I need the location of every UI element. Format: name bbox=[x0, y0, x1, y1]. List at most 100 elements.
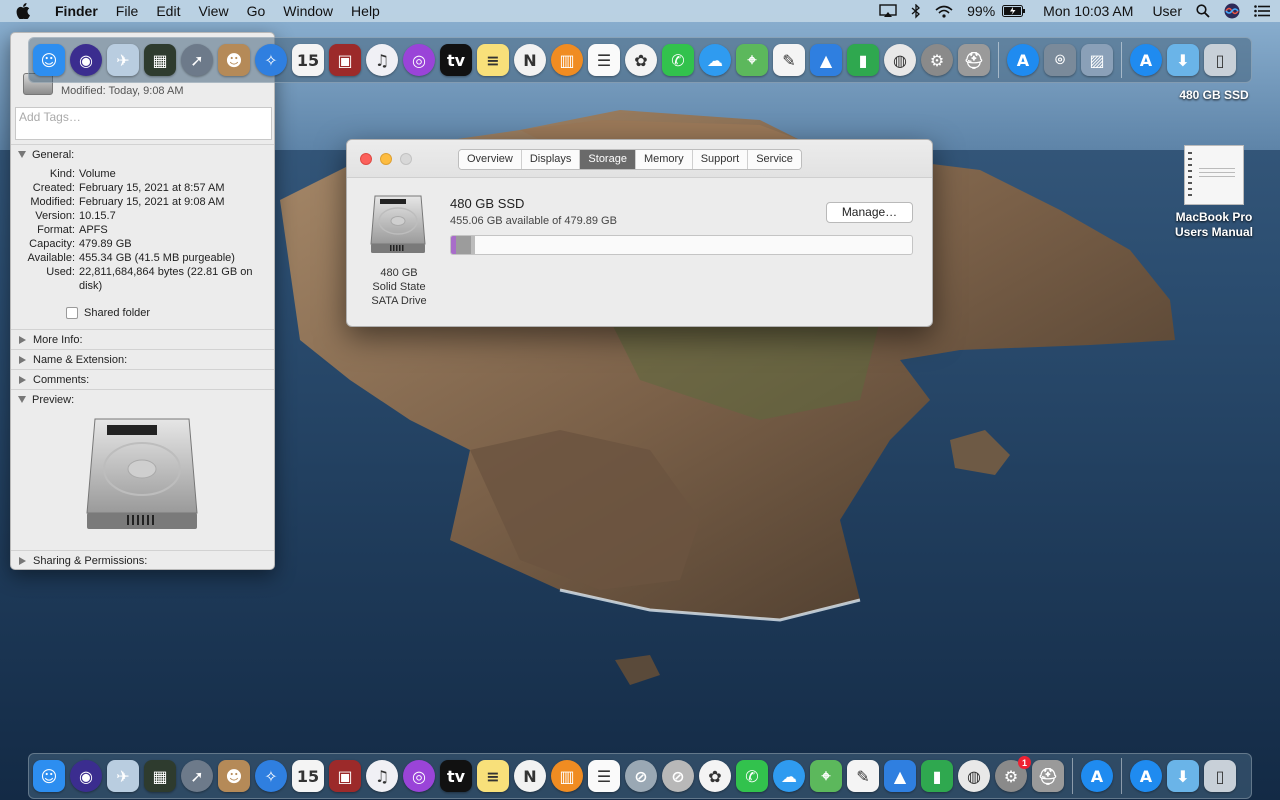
dock-safari-icon[interactable]: ✧ bbox=[255, 44, 287, 76]
dock-photo-booth-icon[interactable]: ▣ bbox=[329, 44, 361, 76]
comments-header[interactable]: Comments: bbox=[11, 369, 274, 389]
notification-center-icon[interactable] bbox=[1247, 5, 1280, 17]
dock-maps-icon[interactable]: ⌖ bbox=[736, 44, 768, 76]
storage-segment-other[interactable] bbox=[456, 236, 471, 254]
dock-books-icon[interactable]: ▥ bbox=[551, 44, 583, 76]
minimize-button[interactable] bbox=[380, 153, 392, 165]
dock-safari-icon[interactable]: ✧ bbox=[255, 760, 287, 792]
dock-messages-icon[interactable]: ☁ bbox=[699, 44, 731, 76]
dock-activity-monitor-icon[interactable]: ▦ bbox=[144, 44, 176, 76]
menu-clock[interactable]: Mon 10:03 AM bbox=[1033, 0, 1140, 22]
battery-percent[interactable]: 99% bbox=[960, 0, 1002, 22]
dock-app-store-icon[interactable]: A bbox=[1081, 760, 1113, 792]
dock-finder-icon[interactable]: ☺ bbox=[33, 44, 65, 76]
dock-apple-tv-icon[interactable]: tv bbox=[440, 44, 472, 76]
dock-screenshot-icon[interactable]: ⌾ bbox=[1044, 44, 1076, 76]
dock-image-capture-icon[interactable]: ▨ bbox=[1081, 44, 1113, 76]
window-titlebar[interactable]: Overview Displays Storage Memory Support… bbox=[347, 140, 932, 178]
dock-calendar-icon[interactable]: 15 bbox=[292, 760, 324, 792]
shared-folder-checkbox[interactable] bbox=[66, 307, 78, 319]
tab-storage[interactable]: Storage bbox=[580, 150, 636, 169]
battery-icon[interactable] bbox=[1002, 5, 1033, 17]
dock-app-store-2-icon[interactable]: A bbox=[1130, 760, 1162, 792]
menu-go[interactable]: Go bbox=[238, 0, 275, 22]
dock-notes-icon[interactable]: ≡ bbox=[477, 44, 509, 76]
wifi-icon[interactable] bbox=[928, 5, 960, 18]
dock-news-icon[interactable]: N bbox=[514, 44, 546, 76]
dock-downloads-icon[interactable]: ⬇ bbox=[1167, 44, 1199, 76]
dock-reminders-icon[interactable]: ☰ bbox=[588, 760, 620, 792]
close-button[interactable] bbox=[360, 153, 372, 165]
tab-service[interactable]: Service bbox=[748, 150, 801, 169]
apple-menu-icon[interactable] bbox=[0, 3, 46, 19]
menu-window[interactable]: Window bbox=[274, 0, 342, 22]
dock-numbers-icon[interactable]: ▮ bbox=[921, 760, 953, 792]
dock-prohibited-app-2-icon[interactable]: ⊘ bbox=[662, 760, 694, 792]
dock-facetime-icon[interactable]: ✆ bbox=[662, 44, 694, 76]
menu-edit[interactable]: Edit bbox=[147, 0, 189, 22]
dock-itunes-icon[interactable]: ♫ bbox=[366, 760, 398, 792]
dock-downloads-icon[interactable]: ⬇ bbox=[1167, 760, 1199, 792]
dock-maps-icon[interactable]: ⌖ bbox=[810, 760, 842, 792]
manage-button[interactable]: Manage… bbox=[826, 202, 913, 223]
dock-chrome-icon[interactable]: ◍ bbox=[958, 760, 990, 792]
dock-siri-icon[interactable]: ◉ bbox=[70, 760, 102, 792]
shared-folder-row[interactable]: Shared folder bbox=[11, 304, 274, 322]
preview-header[interactable]: Preview: bbox=[11, 389, 274, 409]
airplay-icon[interactable] bbox=[872, 4, 904, 18]
tab-overview[interactable]: Overview bbox=[459, 150, 522, 169]
dock-podcasts-icon[interactable]: ◎ bbox=[403, 44, 435, 76]
dock-preview-app-icon[interactable]: ✈ bbox=[107, 760, 139, 792]
dock-notes-icon[interactable]: ≡ bbox=[477, 760, 509, 792]
dock-reminders-icon[interactable]: ☰ bbox=[588, 44, 620, 76]
dock-trash-icon[interactable]: ▯ bbox=[1204, 760, 1236, 792]
dock-news-icon[interactable]: N bbox=[514, 760, 546, 792]
dock-textedit-icon[interactable]: ✎ bbox=[773, 44, 805, 76]
dock-photos-icon[interactable]: ✿ bbox=[625, 44, 657, 76]
more-info-header[interactable]: More Info: bbox=[11, 329, 274, 349]
tab-displays[interactable]: Displays bbox=[521, 150, 581, 169]
spotlight-search-icon[interactable] bbox=[1189, 4, 1217, 18]
dock-photo-booth-icon[interactable]: ▣ bbox=[329, 760, 361, 792]
sharing-header[interactable]: Sharing & Permissions: bbox=[11, 550, 274, 569]
dock-launchpad-icon[interactable]: ➚ bbox=[181, 44, 213, 76]
dock-calendar-icon[interactable]: 15 bbox=[292, 44, 324, 76]
dock-finder-icon[interactable]: ☺ bbox=[33, 760, 65, 792]
siri-icon[interactable] bbox=[1217, 3, 1247, 19]
bluetooth-icon[interactable] bbox=[904, 3, 928, 19]
dock-numbers-icon[interactable]: ▮ bbox=[847, 44, 879, 76]
dock-prohibited-app-icon[interactable]: ⊘ bbox=[625, 760, 657, 792]
menu-view[interactable]: View bbox=[189, 0, 237, 22]
dock-contacts-icon[interactable]: ☻ bbox=[218, 760, 250, 792]
desktop-manual-item[interactable]: MacBook Pro Users Manual bbox=[1166, 145, 1262, 240]
dock-app-store-icon[interactable]: A bbox=[1007, 44, 1039, 76]
dock-facetime-icon[interactable]: ✆ bbox=[736, 760, 768, 792]
storage-usage-bar[interactable] bbox=[450, 235, 913, 255]
tags-field[interactable]: Add Tags… bbox=[15, 107, 272, 140]
dock-siri-icon[interactable]: ◉ bbox=[70, 44, 102, 76]
menu-user[interactable]: User bbox=[1140, 0, 1189, 22]
dock-keynote-icon[interactable]: ▲ bbox=[810, 44, 842, 76]
dock-messages-icon[interactable]: ☁ bbox=[773, 760, 805, 792]
dock-activity-monitor-icon[interactable]: ▦ bbox=[144, 760, 176, 792]
zoom-button[interactable] bbox=[400, 153, 412, 165]
dock-trash-icon[interactable]: ▯ bbox=[1204, 44, 1236, 76]
dock-launchpad-icon[interactable]: ➚ bbox=[181, 760, 213, 792]
menu-help[interactable]: Help bbox=[342, 0, 389, 22]
dock-keynote-icon[interactable]: ▲ bbox=[884, 760, 916, 792]
dock-podcasts-icon[interactable]: ◎ bbox=[403, 760, 435, 792]
dock-system-preferences-icon[interactable]: ⚙ 1 bbox=[995, 756, 1031, 792]
dock-textedit-icon[interactable]: ✎ bbox=[847, 760, 879, 792]
dock-system-preferences-icon[interactable]: ⚙ bbox=[921, 44, 953, 76]
tab-memory[interactable]: Memory bbox=[635, 150, 693, 169]
general-header[interactable]: General: bbox=[11, 144, 274, 164]
dock-app-store-2-icon[interactable]: A bbox=[1130, 44, 1162, 76]
dock-disk-utility-icon[interactable]: ⛑ bbox=[1032, 760, 1064, 792]
storage-segment-system[interactable] bbox=[471, 236, 475, 254]
dock-chrome-icon[interactable]: ◍ bbox=[884, 44, 916, 76]
dock-books-icon[interactable]: ▥ bbox=[551, 760, 583, 792]
menu-file[interactable]: File bbox=[107, 0, 148, 22]
dock-disk-utility-icon[interactable]: ⛑ bbox=[958, 44, 990, 76]
menu-app-name[interactable]: Finder bbox=[46, 0, 107, 22]
dock-contacts-icon[interactable]: ☻ bbox=[218, 44, 250, 76]
